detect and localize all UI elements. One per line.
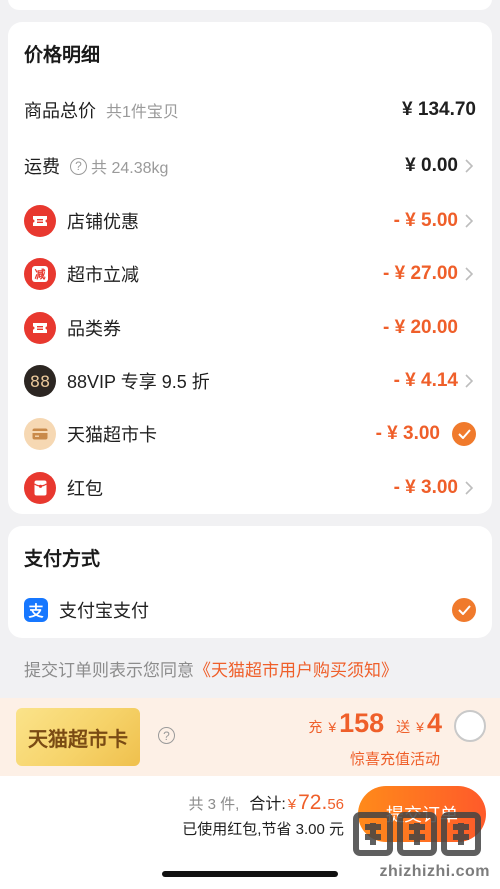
tmall-card-amount: - ¥ 3.00 <box>375 423 440 444</box>
chevron-right-icon <box>462 146 476 186</box>
category-coupon-amount: - ¥ 20.00 <box>383 317 458 338</box>
total-label: 合计: <box>249 796 286 813</box>
help-icon[interactable]: ? <box>70 157 87 175</box>
alipay-option[interactable]: 支 支付宝支付 <box>24 590 476 630</box>
vip-discount-label: 88VIP 专享 9.5 折 <box>67 372 210 392</box>
gift-amount: 4 <box>426 708 442 738</box>
home-indicator[interactable] <box>162 871 338 877</box>
vip-discount-row[interactable]: 88 88VIP 专享 9.5 折 - ¥ 4.14 <box>24 361 476 401</box>
promo-subtitle: 惊喜充值活动 <box>349 751 440 768</box>
category-coupon-row[interactable]: 品类券 - ¥ 20.00 <box>24 308 476 348</box>
alipay-label: 支付宝支付 <box>59 601 149 621</box>
instant-discount-label: 超市立减 <box>67 265 139 285</box>
red-envelope-row[interactable]: 红包 - ¥ 3.00 <box>24 468 476 508</box>
instant-discount-amount: - ¥ 27.00 <box>383 263 458 284</box>
gift-card-icon <box>24 418 56 450</box>
red-envelope-amount: - ¥ 3.00 <box>393 477 458 498</box>
recharge-amount: 158 <box>339 708 385 738</box>
red-envelope-label: 红包 <box>67 479 103 499</box>
tmall-card-badge: 天猫超市卡 <box>16 708 140 766</box>
instant-discount-row[interactable]: 减 超市立减 - ¥ 27.00 <box>24 254 476 294</box>
help-icon[interactable]: ? <box>158 727 175 744</box>
chevron-right-icon <box>462 468 476 508</box>
category-coupon-label: 品类券 <box>67 319 121 339</box>
subtotal-row: 商品总价 共1件宝贝 ¥ 134.70 <box>24 90 476 130</box>
agreement-prefix: 提交订单则表示您同意 <box>24 661 194 680</box>
tmall-card-label: 天猫超市卡 <box>67 425 157 445</box>
subtotal-amount: ¥ 134.70 <box>402 99 476 120</box>
shipping-weight: 共 24.38kg <box>91 160 169 177</box>
promo-radio-button[interactable] <box>454 710 486 742</box>
chevron-right-icon <box>462 361 476 401</box>
shipping-row[interactable]: 运费 ? 共 24.38kg ¥ 0.00 <box>24 146 476 186</box>
submit-order-button[interactable]: 提交订单 <box>358 786 486 842</box>
checkmark-icon[interactable] <box>452 598 476 622</box>
store-discount-row[interactable]: 店铺优惠 - ¥ 5.00 <box>24 201 476 241</box>
item-count: 共1件宝贝 <box>106 104 179 121</box>
subtotal-label: 商品总价 <box>24 101 96 121</box>
item-count: 共 3 件, <box>188 796 240 813</box>
price-details-card: 价格明细 商品总价 共1件宝贝 ¥ 134.70 运费 ? 共 24.38kg … <box>8 22 492 514</box>
store-discount-label: 店铺优惠 <box>67 212 139 232</box>
order-total: 共 3 件, 合计: ¥ 72. 56 <box>188 791 344 814</box>
savings-note: 已使用红包,节省 3.00 元 <box>182 821 344 838</box>
agreement-text: 提交订单则表示您同意《天猫超市用户购买须知》 <box>24 656 398 681</box>
checkmark-icon[interactable] <box>452 422 476 446</box>
payment-method-card: 支付方式 支 支付宝支付 <box>8 526 492 638</box>
88vip-icon: 88 <box>24 365 56 397</box>
previous-card-edge <box>8 0 492 10</box>
shipping-label: 运费 <box>24 157 60 177</box>
shipping-amount: ¥ 0.00 <box>405 155 458 176</box>
chevron-right-icon <box>462 254 476 294</box>
recharge-promo-banner[interactable]: 天猫超市卡 ? 充 ¥ 158 送 ¥ 4 惊喜充值活动 <box>0 698 500 776</box>
tmall-card-row[interactable]: 天猫超市卡 - ¥ 3.00 <box>24 414 476 454</box>
vip-discount-amount: - ¥ 4.14 <box>393 370 458 391</box>
red-envelope-icon <box>24 472 56 504</box>
agreement-link[interactable]: 《天猫超市用户购买须知》 <box>194 661 398 680</box>
chevron-right-icon <box>462 201 476 241</box>
recharge-offer: 充 ¥ 158 送 ¥ 4 <box>308 708 442 738</box>
alipay-icon: 支 <box>24 598 48 622</box>
price-details-title: 价格明细 <box>24 45 101 66</box>
store-discount-amount: - ¥ 5.00 <box>393 210 458 231</box>
instant-discount-icon: 减 <box>24 258 56 290</box>
payment-method-title: 支付方式 <box>24 549 101 570</box>
coupon-ticket-icon <box>24 312 56 344</box>
total-amount: 72. <box>298 791 328 814</box>
checkout-bar: 共 3 件, 合计: ¥ 72. 56 已使用红包,节省 3.00 元 提交订单 <box>0 776 500 889</box>
coupon-ticket-icon <box>24 205 56 237</box>
